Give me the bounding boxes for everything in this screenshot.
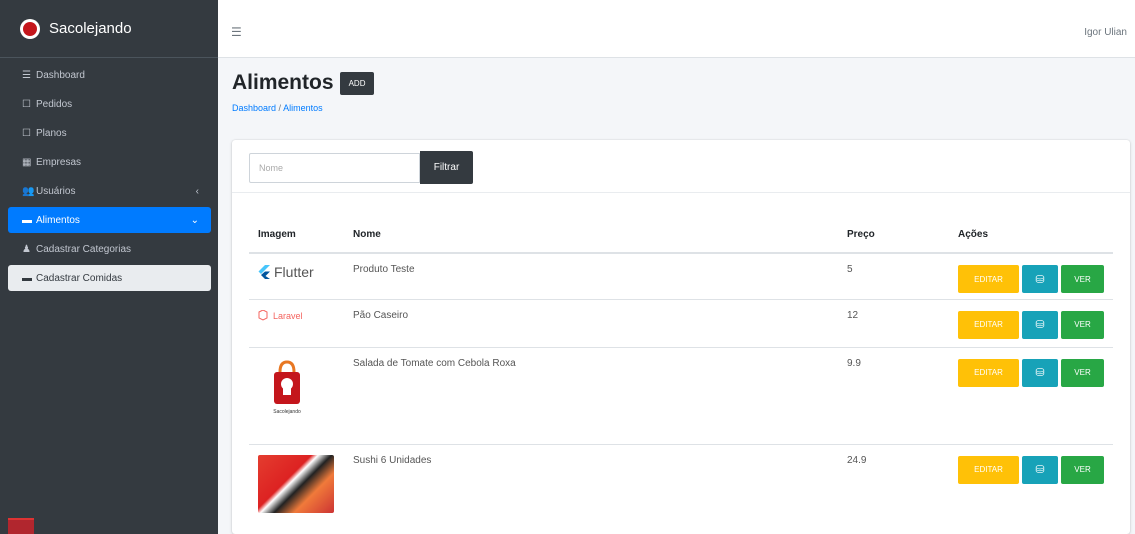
- sidebar-item-label: Pedidos: [36, 98, 73, 110]
- column-header-imagem: Imagem: [249, 217, 344, 254]
- flutter-icon: [258, 265, 270, 279]
- image-cell: Sacolejando: [249, 346, 344, 444]
- table-row: Flutter Produto Teste 5 EDITAR ⛁ VER: [249, 252, 1113, 299]
- users-icon: 👥: [22, 185, 35, 197]
- image-cell: Laravel: [249, 298, 344, 347]
- foods-table: Imagem Nome Preço Ações Flutter Produto …: [249, 217, 1113, 514]
- edit-button[interactable]: EDITAR: [958, 265, 1019, 293]
- add-button[interactable]: ADD: [339, 72, 375, 95]
- actions-cell: EDITAR ⛁ VER: [949, 443, 1113, 514]
- name-filter-input[interactable]: [249, 153, 420, 183]
- laravel-icon: [258, 309, 268, 321]
- nome-cell: Produto Teste: [344, 252, 838, 299]
- database-icon: ⛁: [1035, 319, 1045, 331]
- user-icon: ♟: [22, 243, 31, 255]
- table-row: Sushi 6 Unidades 24.9 EDITAR ⛁ VER: [249, 443, 1113, 514]
- actions-cell: EDITAR ⛁ VER: [949, 298, 1113, 347]
- actions-cell: EDITAR ⛁ VER: [949, 346, 1113, 444]
- preco-cell: 9.9: [838, 346, 949, 444]
- sidebar-item-label: Cadastrar Categorias: [36, 243, 132, 255]
- brand-logo-icon: [20, 18, 40, 39]
- database-button[interactable]: ⛁: [1022, 310, 1058, 339]
- nome-cell: Salada de Tomate com Cebola Roxa: [344, 346, 838, 444]
- content-header: Alimentos ADD Dashboard / Alimentos: [232, 70, 375, 113]
- sidebar-item-label: Empresas: [36, 156, 82, 168]
- database-button[interactable]: ⛁: [1022, 358, 1058, 387]
- filter-button[interactable]: Filtrar: [420, 151, 473, 184]
- dashboard-icon: ☰: [22, 69, 31, 81]
- column-header-nome: Nome: [344, 217, 838, 254]
- chevron-down-icon: ⌄: [190, 214, 199, 226]
- edit-button[interactable]: EDITAR: [958, 358, 1019, 387]
- database-button[interactable]: ⛁: [1022, 265, 1058, 293]
- actions-cell: EDITAR ⛁ VER: [949, 252, 1113, 299]
- food-icon: ▬: [22, 272, 32, 284]
- sidebar-item-dashboard[interactable]: ☰ Dashboard: [8, 62, 211, 88]
- sidebar-item-cadastrar-categorias[interactable]: ♟ Cadastrar Categorias: [8, 236, 211, 262]
- preco-cell: 12: [838, 298, 949, 347]
- sidebar-item-alimentos[interactable]: ▬ Alimentos ⌄: [8, 207, 211, 233]
- breadcrumb-current: Alimentos: [283, 103, 323, 113]
- preco-cell: 5: [838, 252, 949, 299]
- sidebar-item-cadastrar-comidas[interactable]: ▬ Cadastrar Comidas: [8, 265, 211, 291]
- view-button[interactable]: VER: [1061, 265, 1104, 293]
- column-header-preco: Preço: [838, 217, 949, 254]
- sidebar-item-label: Alimentos: [36, 214, 80, 226]
- top-navbar: ☰ Igor Ulian: [218, 0, 1135, 58]
- sidebar-item-label: Planos: [36, 127, 67, 139]
- column-header-acoes: Ações: [949, 217, 1113, 254]
- building-icon: ▦: [22, 156, 32, 168]
- page-title: Alimentos: [232, 70, 334, 94]
- filter-form: Filtrar: [232, 140, 1130, 193]
- edit-button[interactable]: EDITAR: [958, 310, 1019, 339]
- flutter-logo-image: Flutter: [258, 264, 344, 280]
- laravel-logo-text: Laravel: [273, 310, 303, 321]
- sidebar-nav: ☰ Dashboard ☐ Pedidos ☐ Planos ▦ Empresa…: [0, 58, 218, 291]
- brand-text: Sacolejando: [49, 20, 132, 37]
- calendar-icon: ☐: [22, 127, 31, 139]
- calendar-icon: ☐: [22, 98, 31, 110]
- database-button[interactable]: ⛁: [1022, 455, 1058, 484]
- brand-link[interactable]: Sacolejando: [0, 0, 218, 58]
- sidebar-item-label: Dashboard: [36, 69, 85, 81]
- sacolejando-bag-icon: Sacolejando: [273, 359, 301, 415]
- food-icon: ▬: [22, 214, 32, 226]
- image-cell: Flutter: [249, 252, 344, 299]
- sacolejando-logo-text: Sacolejando: [273, 409, 301, 415]
- sidebar-item-label: Cadastrar Comidas: [36, 272, 123, 284]
- view-button[interactable]: VER: [1061, 455, 1104, 484]
- content-card: Filtrar Imagem Nome Preço Ações Flutter …: [232, 140, 1130, 534]
- view-button[interactable]: VER: [1061, 358, 1104, 387]
- preco-cell: 24.9: [838, 443, 949, 514]
- sidebar-bottom-element: [8, 518, 34, 534]
- database-icon: ⛁: [1035, 367, 1045, 379]
- breadcrumb-link-dashboard[interactable]: Dashboard: [232, 103, 276, 113]
- user-name[interactable]: Igor Ulian: [1084, 27, 1127, 38]
- sidebar-item-planos[interactable]: ☐ Planos: [8, 120, 211, 146]
- edit-button[interactable]: EDITAR: [958, 455, 1019, 484]
- sidebar-item-empresas[interactable]: ▦ Empresas: [8, 149, 211, 175]
- nome-cell: Sushi 6 Unidades: [344, 443, 838, 514]
- sidebar-item-usuarios[interactable]: 👥 Usuários ‹: [8, 178, 211, 204]
- chevron-left-icon: ‹: [195, 185, 199, 197]
- database-icon: ⛁: [1035, 273, 1045, 286]
- database-icon: ⛁: [1035, 464, 1045, 476]
- breadcrumb-separator: /: [278, 103, 282, 113]
- sacolejando-logo-image: Sacolejando: [268, 358, 306, 416]
- sidebar-item-label: Usuários: [36, 185, 76, 197]
- table-row: Laravel Pão Caseiro 12 EDITAR ⛁ VER: [249, 298, 1113, 347]
- table-row: Sacolejando Salada de Tomate com Cebola …: [249, 346, 1113, 444]
- sidebar: Sacolejando ☰ Dashboard ☐ Pedidos ☐ Plan…: [0, 0, 218, 534]
- sidebar-item-pedidos[interactable]: ☐ Pedidos: [8, 91, 211, 117]
- breadcrumb: Dashboard / Alimentos: [232, 103, 374, 113]
- laravel-logo-image: Laravel: [258, 309, 344, 322]
- sushi-photo-image: [258, 454, 334, 513]
- image-cell: [249, 443, 344, 514]
- nome-cell: Pão Caseiro: [344, 298, 838, 347]
- hamburger-menu-icon[interactable]: ☰: [231, 25, 242, 39]
- flutter-logo-text: Flutter: [274, 264, 314, 280]
- view-button[interactable]: VER: [1061, 310, 1104, 339]
